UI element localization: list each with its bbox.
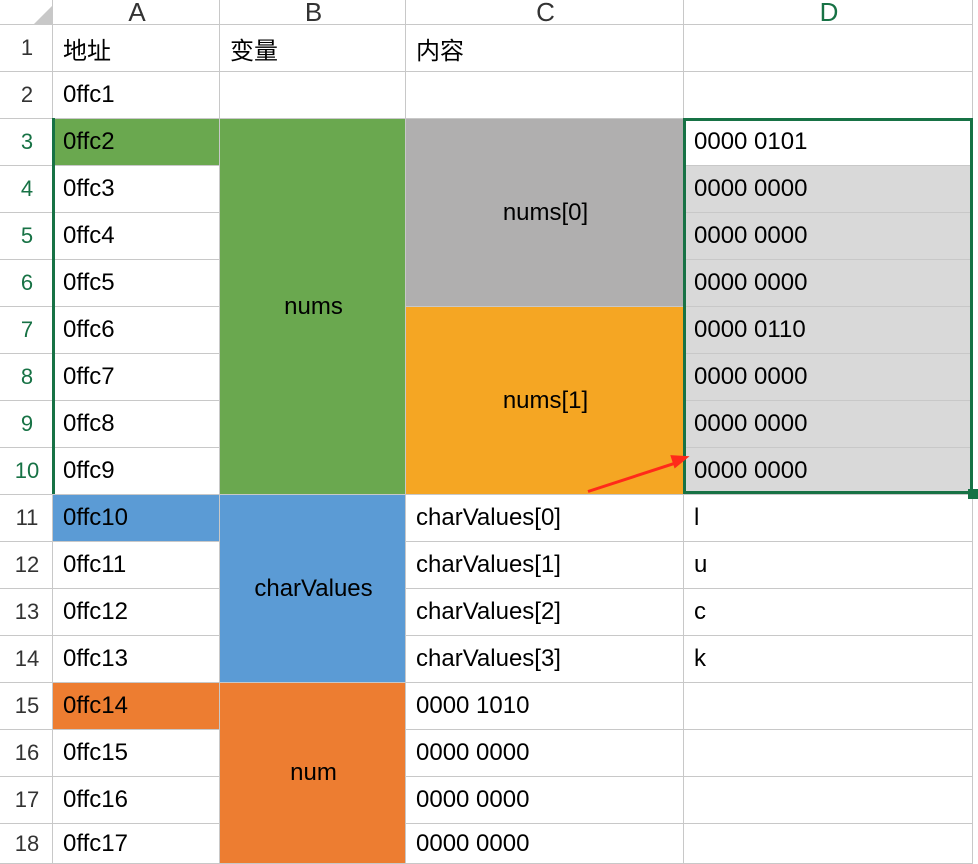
cell-A11[interactable]: 0ffc10 bbox=[52, 494, 219, 541]
cell-D17[interactable] bbox=[683, 776, 973, 823]
row-header-11[interactable]: 11 bbox=[0, 494, 52, 541]
cell-D5[interactable]: 0000 0000 bbox=[683, 212, 973, 259]
col-header-B[interactable]: B bbox=[219, 0, 405, 24]
cell-A7[interactable]: 0ffc6 bbox=[52, 306, 219, 353]
row-header-8[interactable]: 8 bbox=[0, 353, 52, 400]
cell-D1[interactable] bbox=[683, 24, 973, 71]
cell-A6[interactable]: 0ffc5 bbox=[52, 259, 219, 306]
row-header-14[interactable]: 14 bbox=[0, 635, 52, 682]
col-header-C[interactable]: C bbox=[405, 0, 683, 24]
row-header-1[interactable]: 1 bbox=[0, 24, 52, 71]
cell-C2[interactable] bbox=[405, 71, 683, 118]
cell-C16[interactable]: 0000 0000 bbox=[405, 729, 683, 776]
cell-D8[interactable]: 0000 0000 bbox=[683, 353, 973, 400]
cell-A12[interactable]: 0ffc11 bbox=[52, 541, 219, 588]
cell-D9[interactable]: 0000 0000 bbox=[683, 400, 973, 447]
cell-D7[interactable]: 0000 0110 bbox=[683, 306, 973, 353]
row-header-17[interactable]: 17 bbox=[0, 776, 52, 823]
row-header-7[interactable]: 7 bbox=[0, 306, 52, 353]
row-header-10[interactable]: 10 bbox=[0, 447, 52, 494]
row-header-13[interactable]: 13 bbox=[0, 588, 52, 635]
cell-C-nums0[interactable]: nums[0] bbox=[405, 118, 683, 306]
row-header-3[interactable]: 3 bbox=[0, 118, 52, 165]
cell-D2[interactable] bbox=[683, 71, 973, 118]
cell-A16[interactable]: 0ffc15 bbox=[52, 729, 219, 776]
cell-D18[interactable] bbox=[683, 823, 973, 864]
cell-B-num[interactable]: num bbox=[219, 682, 405, 864]
cell-B1[interactable]: 变量 bbox=[219, 24, 405, 71]
cell-D13[interactable]: c bbox=[683, 588, 973, 635]
cell-C-nums1[interactable]: nums[1] bbox=[405, 306, 683, 494]
cell-C11[interactable]: charValues[0] bbox=[405, 494, 683, 541]
cell-B-charValues[interactable]: charValues bbox=[219, 494, 405, 682]
col-header-D[interactable]: D bbox=[683, 0, 973, 24]
row-header-2[interactable]: 2 bbox=[0, 71, 52, 118]
spreadsheet-grid[interactable]: A B C D 1 2 3 4 5 6 7 8 9 10 11 12 13 14… bbox=[0, 0, 978, 864]
cell-D4[interactable]: 0000 0000 bbox=[683, 165, 973, 212]
cell-A10[interactable]: 0ffc9 bbox=[52, 447, 219, 494]
cell-D10[interactable]: 0000 0000 bbox=[683, 447, 973, 494]
cell-D15[interactable] bbox=[683, 682, 973, 729]
cell-D11[interactable]: l bbox=[683, 494, 973, 541]
row-header-4[interactable]: 4 bbox=[0, 165, 52, 212]
cell-A4[interactable]: 0ffc3 bbox=[52, 165, 219, 212]
row-header-18[interactable]: 18 bbox=[0, 823, 52, 864]
cell-A3[interactable]: 0ffc2 bbox=[52, 118, 219, 165]
cell-A15[interactable]: 0ffc14 bbox=[52, 682, 219, 729]
cell-C15[interactable]: 0000 1010 bbox=[405, 682, 683, 729]
cell-B-nums[interactable]: nums bbox=[219, 118, 405, 494]
row-header-9[interactable]: 9 bbox=[0, 400, 52, 447]
row-header-15[interactable]: 15 bbox=[0, 682, 52, 729]
cell-A5[interactable]: 0ffc4 bbox=[52, 212, 219, 259]
cell-C17[interactable]: 0000 0000 bbox=[405, 776, 683, 823]
cell-A14[interactable]: 0ffc13 bbox=[52, 635, 219, 682]
col-header-A[interactable]: A bbox=[52, 0, 219, 24]
cell-C13[interactable]: charValues[2] bbox=[405, 588, 683, 635]
cell-A17[interactable]: 0ffc16 bbox=[52, 776, 219, 823]
cell-C1[interactable]: 内容 bbox=[405, 24, 683, 71]
row-header-5[interactable]: 5 bbox=[0, 212, 52, 259]
cell-A18[interactable]: 0ffc17 bbox=[52, 823, 219, 864]
cell-C14[interactable]: charValues[3] bbox=[405, 635, 683, 682]
cell-D3[interactable]: 0000 0101 bbox=[683, 118, 973, 165]
row-header-12[interactable]: 12 bbox=[0, 541, 52, 588]
cell-C12[interactable]: charValues[1] bbox=[405, 541, 683, 588]
cell-D6[interactable]: 0000 0000 bbox=[683, 259, 973, 306]
cell-A2[interactable]: 0ffc1 bbox=[52, 71, 219, 118]
cell-C18[interactable]: 0000 0000 bbox=[405, 823, 683, 864]
row-header-16[interactable]: 16 bbox=[0, 729, 52, 776]
row-header-6[interactable]: 6 bbox=[0, 259, 52, 306]
cell-D12[interactable]: u bbox=[683, 541, 973, 588]
cell-D14[interactable]: k bbox=[683, 635, 973, 682]
cell-D16[interactable] bbox=[683, 729, 973, 776]
corner-cell[interactable] bbox=[0, 0, 52, 24]
cell-A13[interactable]: 0ffc12 bbox=[52, 588, 219, 635]
cell-B2[interactable] bbox=[219, 71, 405, 118]
cell-A1[interactable]: 地址 bbox=[52, 24, 219, 71]
cell-A9[interactable]: 0ffc8 bbox=[52, 400, 219, 447]
cell-A8[interactable]: 0ffc7 bbox=[52, 353, 219, 400]
